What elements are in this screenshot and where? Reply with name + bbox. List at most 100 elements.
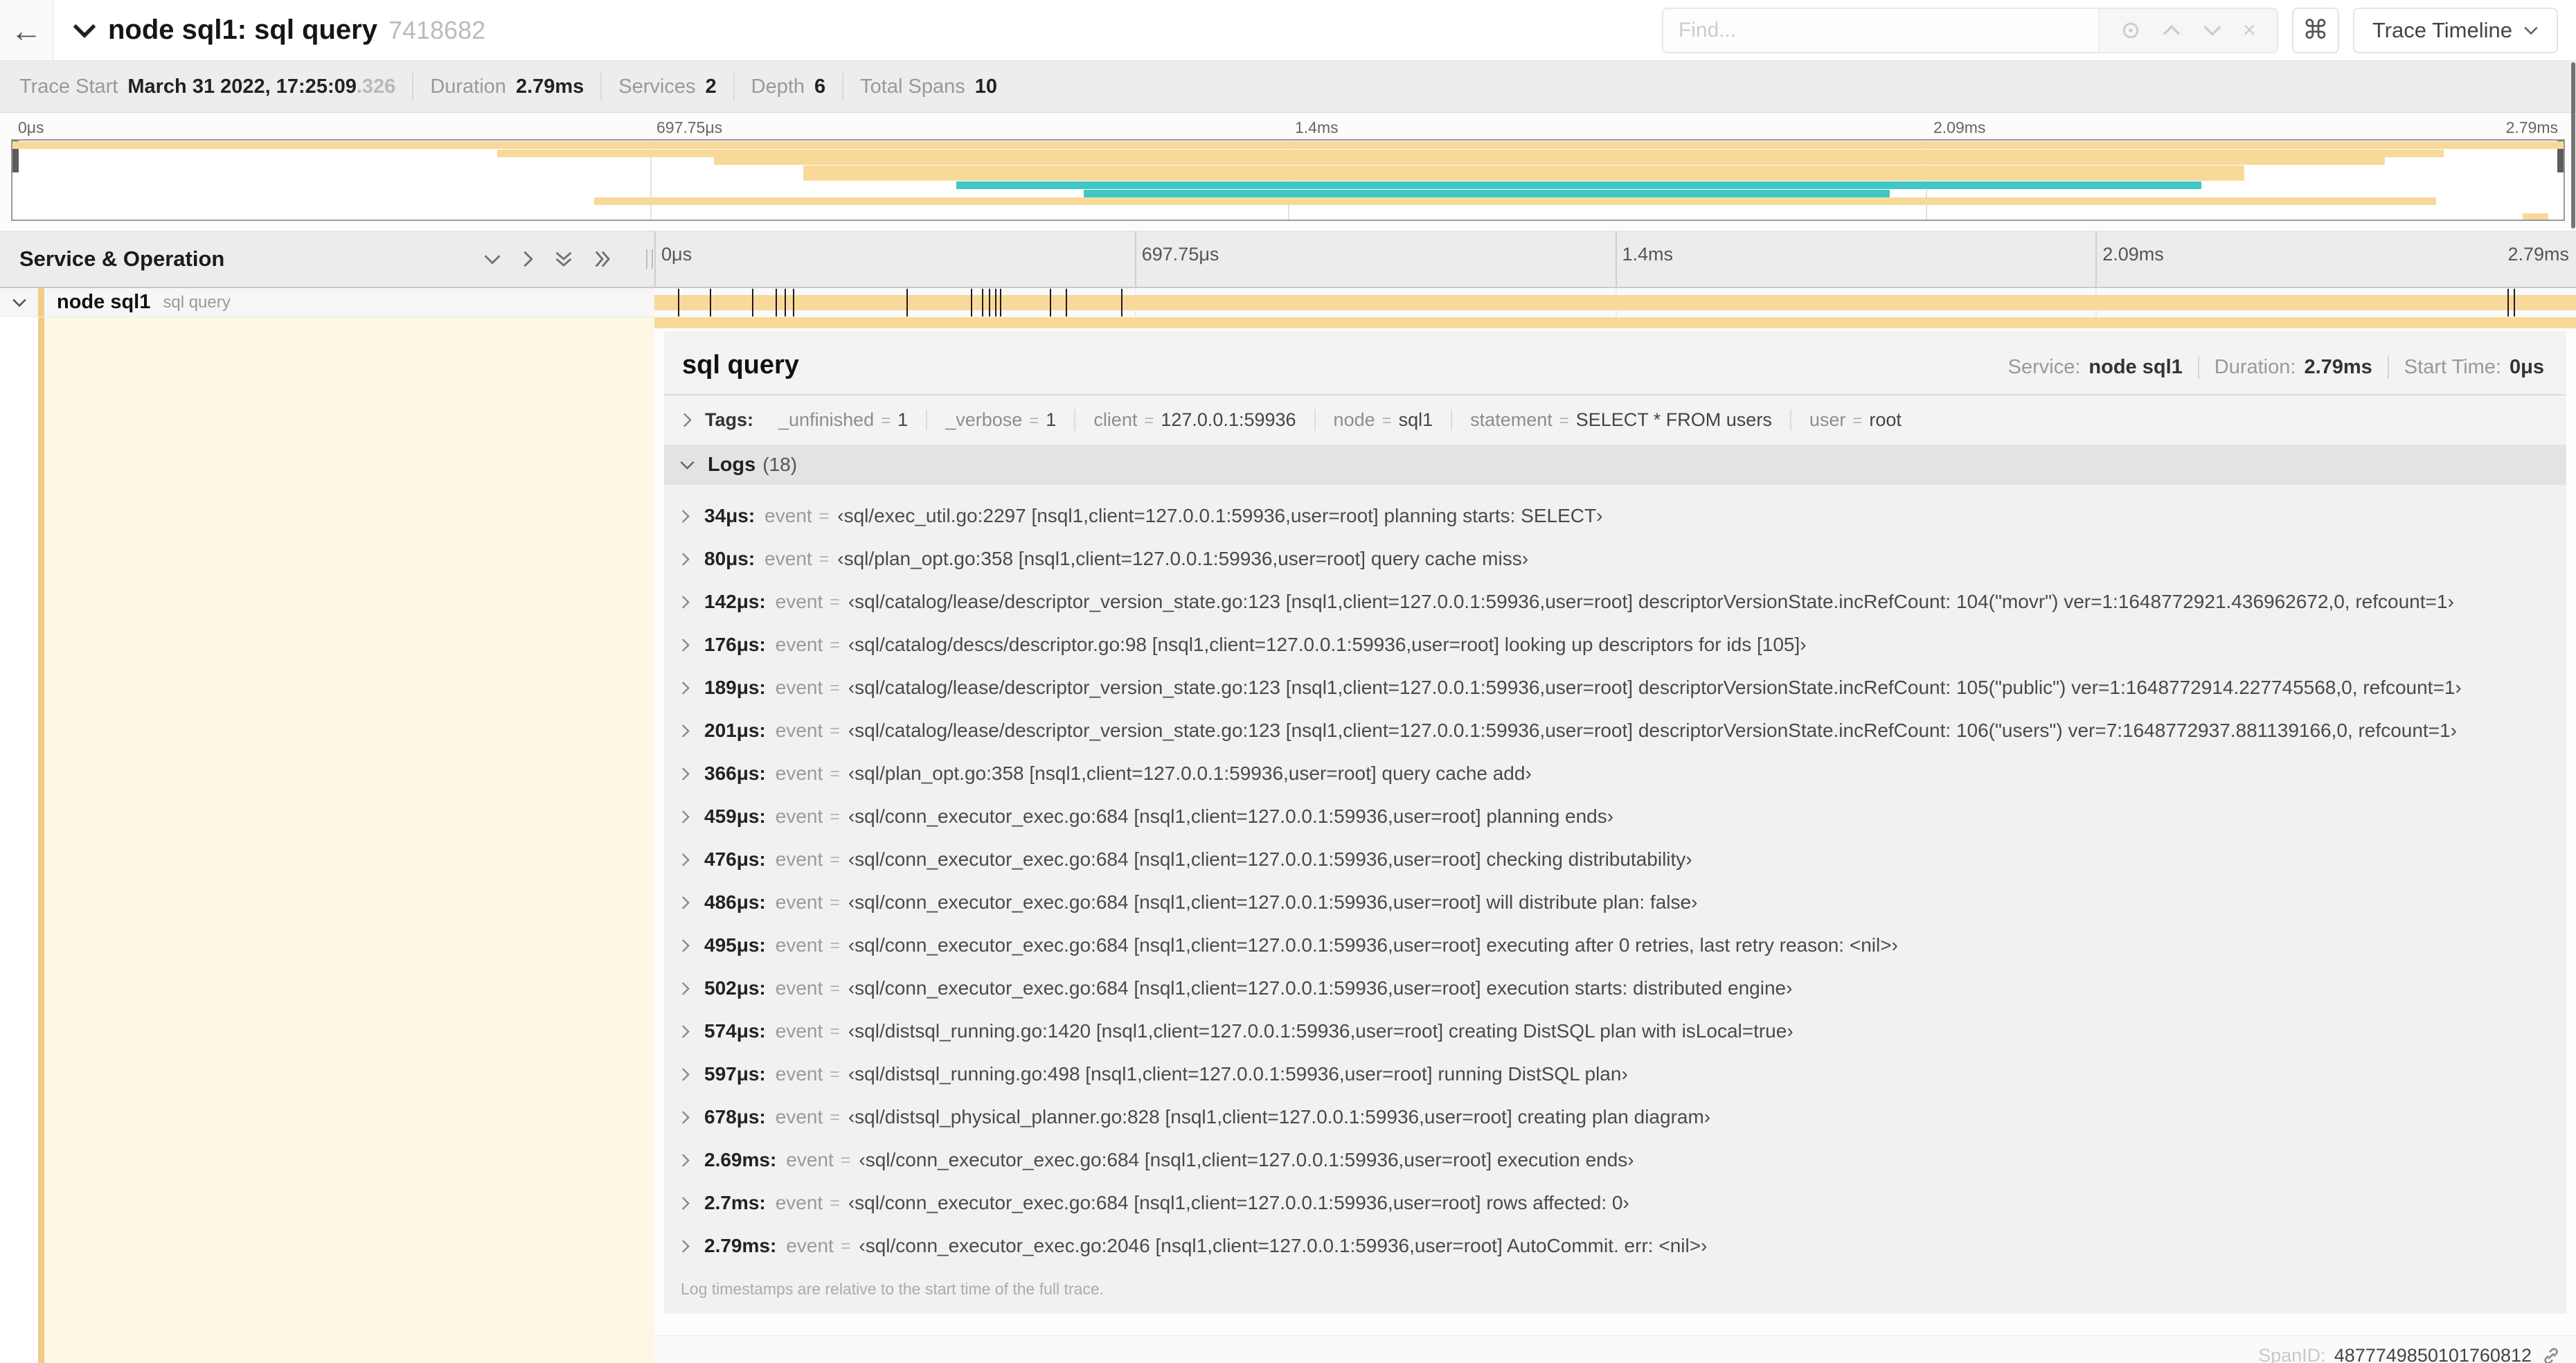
back-button[interactable]: ← — [0, 0, 54, 60]
chevron-right-icon — [681, 552, 690, 567]
log-row[interactable]: 2.7ms: event = ‹sql/conn_executor_exec.g… — [664, 1182, 2566, 1224]
detail-service-item: Service: node sql1 — [1993, 356, 2199, 379]
log-timestamp: 459μs: — [704, 805, 766, 827]
span-duration-bar[interactable] — [654, 295, 2576, 310]
log-timestamp: 142μs: — [704, 591, 766, 612]
logs-count: (18) — [762, 454, 798, 475]
detail-service-value: node sql1 — [2088, 356, 2183, 378]
log-row[interactable]: 476μs: event = ‹sql/conn_executor_exec.g… — [664, 838, 2566, 881]
expand-one-icon[interactable] — [522, 250, 534, 268]
expand-all-icon[interactable] — [593, 250, 611, 268]
chevron-right-icon — [681, 981, 690, 996]
log-timestamp: 80μs: — [704, 548, 755, 569]
scrollbar-thumb[interactable] — [2571, 62, 2575, 229]
find-prev-icon[interactable] — [2162, 24, 2181, 37]
time-tick-label: 697.75μs — [1141, 244, 1219, 265]
log-field-key: event — [775, 1106, 823, 1128]
log-row[interactable]: 459μs: event = ‹sql/conn_executor_exec.g… — [664, 795, 2566, 838]
log-timestamp: 486μs: — [704, 891, 766, 913]
log-field-value: ‹sql/catalog/lease/descriptor_version_st… — [848, 677, 2462, 698]
log-equals: = — [830, 677, 840, 697]
tag-equals: = — [1852, 411, 1863, 430]
tag-item: node = sql1 — [1314, 409, 1451, 431]
log-row[interactable]: 80μs: event = ‹sql/plan_opt.go:358 [nsql… — [664, 537, 2566, 580]
log-equals: = — [830, 1107, 840, 1127]
tag-value: 1 — [1046, 409, 1057, 430]
log-field-key: event — [786, 1149, 834, 1170]
log-row[interactable]: 176μs: event = ‹sql/catalog/descs/descri… — [664, 623, 2566, 666]
locate-icon[interactable] — [2120, 20, 2141, 41]
log-row[interactable]: 2.69ms: event = ‹sql/conn_executor_exec.… — [664, 1139, 2566, 1182]
log-marker-tick — [709, 289, 711, 317]
log-timestamp: 597μs: — [704, 1063, 766, 1085]
logs-footnote: Log timestamps are relative to the start… — [664, 1267, 2566, 1314]
find-clear-icon[interactable]: × — [2243, 17, 2256, 43]
log-row[interactable]: 678μs: event = ‹sql/distsql_physical_pla… — [664, 1096, 2566, 1139]
keyboard-shortcuts-button[interactable]: ⌘ — [2291, 7, 2339, 53]
tag-item: user = root — [1789, 409, 1920, 431]
log-timestamp: 678μs: — [704, 1106, 766, 1128]
link-icon[interactable] — [2541, 1346, 2561, 1363]
log-field-value: ‹sql/catalog/descs/descriptor.go:98 [nsq… — [848, 634, 1807, 655]
span-operation-name: sql query — [163, 292, 231, 312]
log-field-key: event — [764, 505, 812, 526]
log-row[interactable]: 597μs: event = ‹sql/distsql_running.go:4… — [664, 1053, 2566, 1096]
column-resize-grip[interactable] — [646, 249, 653, 269]
log-field-value: ‹sql/plan_opt.go:358 [nsql1,client=127.0… — [848, 763, 1532, 784]
log-equals: = — [830, 591, 840, 612]
chevron-right-icon — [681, 1067, 690, 1082]
log-row[interactable]: 366μs: event = ‹sql/plan_opt.go:358 [nsq… — [664, 752, 2566, 795]
collapse-one-icon[interactable] — [483, 253, 501, 265]
log-row[interactable]: 189μs: event = ‹sql/catalog/lease/descri… — [664, 666, 2566, 709]
log-row[interactable]: 495μs: event = ‹sql/conn_executor_exec.g… — [664, 924, 2566, 967]
time-tick-label: 2.79ms — [2505, 118, 2558, 136]
log-row[interactable]: 574μs: event = ‹sql/distsql_running.go:1… — [664, 1010, 2566, 1053]
minimap-canvas[interactable] — [11, 139, 2565, 221]
span-row-name-cell[interactable]: node sql1 sql query — [0, 288, 654, 317]
find-input[interactable] — [1663, 8, 2098, 52]
back-arrow-icon: ← — [10, 12, 42, 48]
chevron-right-icon — [681, 767, 690, 781]
log-field-value: ‹sql/conn_executor_exec.go:684 [nsql1,cl… — [848, 977, 1793, 999]
spanid-footer: SpanID: 4877749850101760812 — [654, 1335, 2576, 1363]
log-row[interactable]: 201μs: event = ‹sql/catalog/lease/descri… — [664, 709, 2566, 752]
log-marker-tick — [1121, 289, 1123, 317]
log-row[interactable]: 2.79ms: event = ‹sql/conn_executor_exec.… — [664, 1224, 2566, 1267]
find-next-icon[interactable] — [2203, 24, 2222, 37]
log-row[interactable]: 486μs: event = ‹sql/conn_executor_exec.g… — [664, 881, 2566, 924]
tags-row[interactable]: Tags: _unfinished = 1 _verbose = 1 clien… — [664, 395, 2566, 445]
log-timestamp: 201μs: — [704, 720, 766, 741]
log-marker-tick — [982, 289, 984, 317]
log-marker-tick — [906, 289, 909, 317]
spanid-value: 4877749850101760812 — [2334, 1345, 2532, 1363]
timeline-gridline — [654, 231, 656, 287]
view-selector-button[interactable]: Trace Timeline — [2352, 7, 2558, 53]
log-row[interactable]: 502μs: event = ‹sql/conn_executor_exec.g… — [664, 967, 2566, 1010]
collapse-all-icon[interactable] — [555, 250, 573, 268]
collapse-trace-chevron-icon[interactable] — [72, 22, 97, 39]
log-field-key: event — [786, 1235, 834, 1256]
time-tick-label: 1.4ms — [1295, 118, 1339, 136]
duration-item: Duration 2.79ms — [413, 73, 602, 100]
chevron-right-icon — [681, 509, 690, 524]
log-marker-tick — [1065, 289, 1067, 317]
log-field-value: ‹sql/conn_executor_exec.go:684 [nsql1,cl… — [848, 934, 1898, 956]
span-bar-cell[interactable] — [654, 288, 2576, 317]
logs-header[interactable]: Logs (18) — [664, 445, 2566, 485]
find-box: × — [1661, 7, 2278, 53]
tags-label: Tags: — [705, 409, 754, 430]
chevron-down-icon[interactable] — [0, 298, 38, 308]
log-field-key: event — [775, 1063, 823, 1085]
log-field-value: ‹sql/distsql_running.go:1420 [nsql1,clie… — [848, 1020, 1794, 1042]
chevron-right-icon — [681, 938, 690, 953]
tag-value: 1 — [897, 409, 909, 430]
chevron-right-icon — [681, 638, 690, 652]
log-row[interactable]: 142μs: event = ‹sql/catalog/lease/descri… — [664, 580, 2566, 623]
log-row[interactable]: 34μs: event = ‹sql/exec_util.go:2297 [ns… — [664, 495, 2566, 537]
chevron-down-icon — [2523, 26, 2539, 35]
detail-span-bar[interactable] — [654, 317, 2576, 328]
trace-title: node sql1: sql query — [108, 15, 377, 45]
span-service-name: node sql1 — [57, 291, 151, 313]
tag-equals: = — [1144, 411, 1154, 430]
minimap-span — [803, 173, 2245, 181]
